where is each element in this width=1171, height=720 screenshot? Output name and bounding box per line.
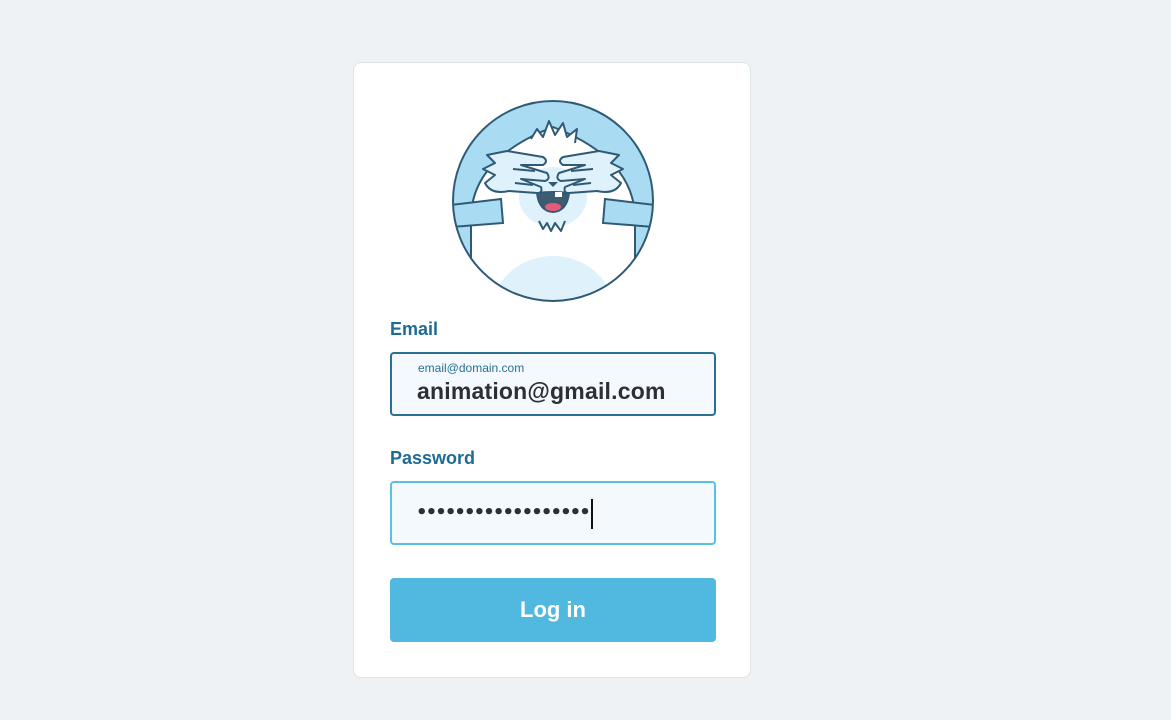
yeti-covering-eyes-icon [452,100,654,302]
email-input[interactable]: animation@gmail.com [417,378,666,405]
password-input[interactable]: •••••••••••••••••• [416,503,591,523]
password-field[interactable]: •••••••••••••••••• [390,481,716,545]
login-card: Email email@domain.com animation@gmail.c… [353,62,751,678]
email-label: Email [390,319,439,339]
login-button[interactable]: Log in [390,578,716,642]
email-placeholder-label: email@domain.com [418,361,525,375]
text-caret [591,499,593,529]
email-field[interactable]: email@domain.com animation@gmail.com [390,352,716,416]
password-label: Password [390,448,476,468]
